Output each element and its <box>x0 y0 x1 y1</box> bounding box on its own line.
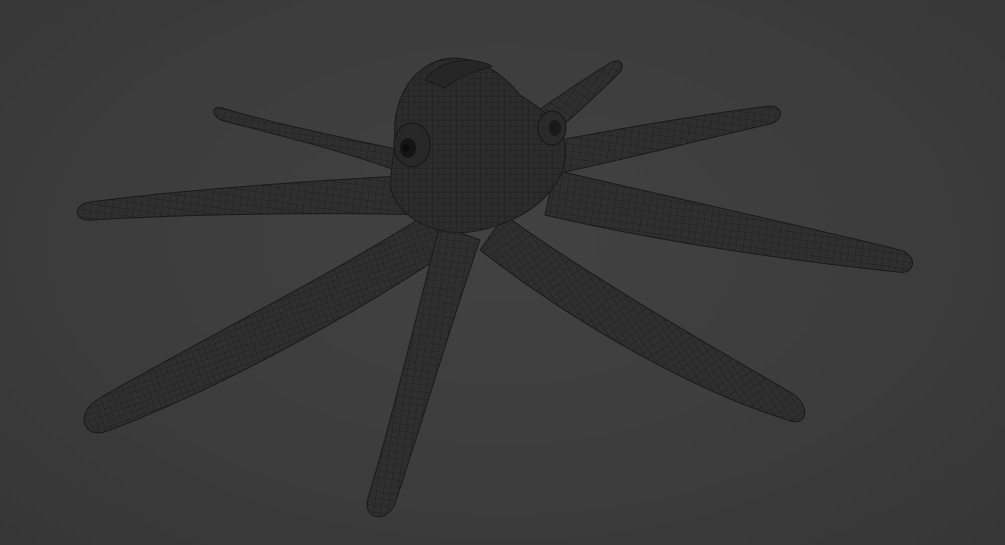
tentacle-upper-left <box>213 107 401 171</box>
octopus-wireframe-mesh[interactable] <box>0 0 1005 545</box>
tentacle-upper-right <box>559 105 781 173</box>
3d-viewport[interactable] <box>0 0 1005 545</box>
tentacle-left <box>77 174 426 221</box>
left-eye <box>393 122 431 168</box>
right-eye <box>537 110 567 146</box>
tentacle-right <box>544 169 913 273</box>
